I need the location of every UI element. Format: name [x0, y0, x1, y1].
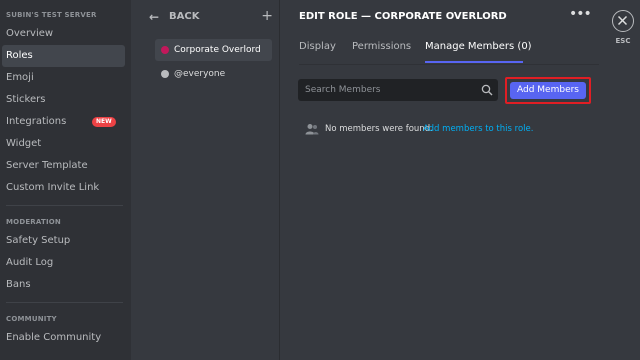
tab-permissions[interactable]: Permissions: [352, 40, 411, 54]
sidebar-item-custom-invite-link[interactable]: Custom Invite Link: [2, 177, 125, 199]
arrow-left-icon: ←: [149, 10, 160, 24]
sidebar-item-roles[interactable]: Roles: [2, 45, 125, 67]
edit-role-panel: EDIT ROLE — CORPORATE OVERLORD ••• Displ…: [281, 0, 640, 360]
community-header: COMMUNITY: [6, 315, 57, 323]
create-role-plus-icon[interactable]: +: [261, 8, 273, 24]
add-members-link[interactable]: Add members to this role.: [423, 122, 533, 136]
more-options-icon[interactable]: •••: [569, 6, 592, 22]
role-item-corporate-overlord[interactable]: Corporate Overlord: [155, 39, 272, 61]
search-members-input[interactable]: [298, 79, 474, 101]
role-name: Corporate Overlord: [174, 45, 261, 55]
back-label: BACK: [169, 11, 200, 22]
settings-sidebar: SUBIN'S TEST SERVER Overview Roles Emoji…: [0, 0, 131, 360]
role-name: @everyone: [174, 69, 226, 79]
moderation-header: MODERATION: [6, 218, 61, 226]
back-button[interactable]: ← BACK +: [149, 8, 273, 25]
sidebar-item-bans[interactable]: Bans: [2, 274, 125, 296]
role-color-dot: [161, 70, 169, 78]
sidebar-item-safety-setup[interactable]: Safety Setup: [2, 230, 125, 252]
search-members-box: [298, 79, 498, 101]
add-members-button[interactable]: Add Members: [510, 82, 586, 99]
new-badge: NEW: [92, 117, 116, 127]
search-icon: [481, 84, 493, 96]
tab-manage-members[interactable]: Manage Members (0): [425, 40, 532, 54]
empty-members-text: No members were found.: [325, 124, 433, 134]
close-settings-button[interactable]: [612, 10, 634, 32]
sidebar-item-stickers[interactable]: Stickers: [2, 89, 125, 111]
page-title: EDIT ROLE — CORPORATE OVERLORD: [299, 11, 507, 22]
sidebar-item-server-template[interactable]: Server Template: [2, 155, 125, 177]
sidebar-item-integrations[interactable]: Integrations NEW: [2, 111, 125, 133]
tabs-divider: [299, 64, 599, 65]
roles-list-panel: ← BACK + Corporate Overlord @everyone: [131, 0, 280, 360]
sidebar-item-audit-log[interactable]: Audit Log: [2, 252, 125, 274]
role-tabs: Display Permissions Manage Members (0): [299, 40, 539, 64]
sidebar-item-enable-community[interactable]: Enable Community: [2, 327, 125, 349]
active-tab-indicator: [425, 61, 523, 63]
sidebar-divider: [6, 205, 123, 206]
sidebar-divider: [6, 302, 123, 303]
members-icon: [305, 124, 319, 135]
add-members-highlight: Add Members: [505, 77, 591, 104]
sidebar-item-label: Integrations: [6, 116, 67, 127]
close-icon: [617, 15, 628, 26]
sidebar-item-widget[interactable]: Widget: [2, 133, 125, 155]
role-color-dot: [161, 46, 169, 54]
role-item-everyone[interactable]: @everyone: [155, 63, 272, 85]
tab-display[interactable]: Display: [299, 40, 336, 54]
sidebar-item-overview[interactable]: Overview: [2, 23, 125, 45]
server-name-header: SUBIN'S TEST SERVER: [6, 11, 97, 19]
sidebar-item-emoji[interactable]: Emoji: [2, 67, 125, 89]
esc-label: ESC: [615, 37, 631, 45]
